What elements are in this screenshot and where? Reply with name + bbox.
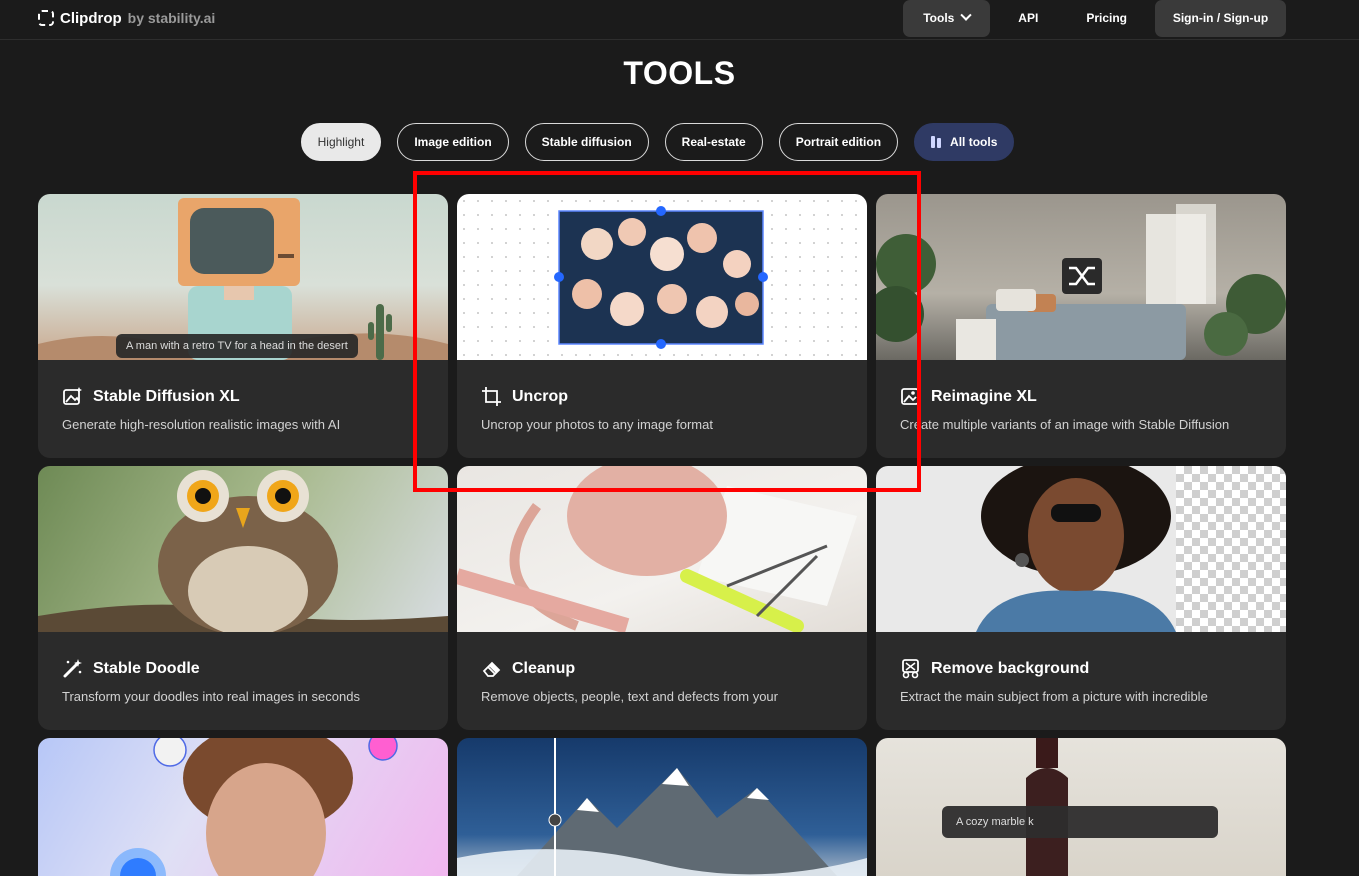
card-image: A cozy marble k xyxy=(876,738,1286,876)
filter-chips: Highlight Image edition Stable diffusion… xyxy=(0,123,1337,161)
card-description: Transform your doodles into real images … xyxy=(62,689,360,704)
page-title: TOOLS xyxy=(623,55,736,91)
crop-icon xyxy=(482,387,501,406)
filter-stable-diffusion[interactable]: Stable diffusion xyxy=(524,123,649,161)
card-image xyxy=(38,466,448,632)
filter-real-estate[interactable]: Real-estate xyxy=(664,123,763,161)
bedroom-illustration xyxy=(876,204,1286,360)
card-title-text: Stable Diffusion XL xyxy=(93,387,240,405)
card-description: Create multiple variants of an image wit… xyxy=(900,417,1230,432)
filter-image-edition[interactable]: Image edition xyxy=(397,123,509,161)
card-title-text: Remove background xyxy=(931,659,1090,677)
prompt-caption: A cozy marble k xyxy=(942,806,1218,838)
magic-wand-icon xyxy=(63,659,82,678)
page: Clipdrop by stability.ai Tools API Prici… xyxy=(0,0,1359,876)
card-description: Remove objects, people, text and defects… xyxy=(481,689,778,704)
portrait-relight-illustration xyxy=(110,738,398,876)
card-description: Uncrop your photos to any image format xyxy=(481,417,713,432)
signin-button[interactable]: Sign-in / Sign-up xyxy=(1155,0,1286,37)
tool-card-reimagine-xl[interactable]: Reimagine XL Create multiple variants of… xyxy=(876,194,1286,458)
top-nav: Clipdrop by stability.ai Tools API Prici… xyxy=(0,0,1359,40)
card-title: Reimagine XL xyxy=(900,386,1037,407)
nav-menu: Tools API Pricing Sign-in / Sign-up xyxy=(903,0,1286,37)
tool-card-upscale[interactable] xyxy=(457,738,867,876)
api-link[interactable]: API xyxy=(998,0,1058,36)
tools-label: Tools xyxy=(923,11,955,25)
tool-card-replace-background[interactable]: A cozy marble k xyxy=(876,738,1286,876)
all-tools-label: All tools xyxy=(950,135,998,149)
card-description: Generate high-resolution realistic image… xyxy=(62,417,341,432)
card-image: A man with a retro TV for a head in the … xyxy=(38,194,448,360)
image-sparkle-icon xyxy=(63,387,82,405)
filter-portrait-edition[interactable]: Portrait edition xyxy=(778,123,899,161)
remove-bg-icon xyxy=(902,659,919,679)
tool-card-stable-diffusion-xl[interactable]: A man with a retro TV for a head in the … xyxy=(38,194,448,458)
clipdrop-logo[interactable]: Clipdrop by stability.ai xyxy=(38,9,215,27)
card-image xyxy=(457,194,867,360)
card-image xyxy=(38,738,448,876)
card-title-text: Uncrop xyxy=(512,387,568,405)
card-title-text: Cleanup xyxy=(512,659,576,677)
card-description: Extract the main subject from a picture … xyxy=(900,689,1208,704)
card-title-text: Reimagine XL xyxy=(931,387,1037,405)
clipdrop-logo-icon xyxy=(38,10,54,26)
card-title-text: Stable Doodle xyxy=(93,659,200,677)
card-title: Stable Diffusion XL xyxy=(62,386,240,407)
uncrop-flowers-illustration xyxy=(554,206,768,349)
pink-bag-illustration xyxy=(457,466,857,632)
owl-illustration xyxy=(38,470,448,632)
card-image xyxy=(457,738,867,876)
books-icon xyxy=(931,136,942,148)
filter-all-tools[interactable]: All tools xyxy=(914,123,1015,161)
card-title: Stable Doodle xyxy=(62,658,200,679)
tools-dropdown-button[interactable]: Tools xyxy=(903,0,991,37)
tool-card-remove-background[interactable]: Remove background Extract the main subje… xyxy=(876,466,1286,730)
tool-card-cleanup[interactable]: Cleanup Remove objects, people, text and… xyxy=(457,466,867,730)
tool-card-stable-doodle[interactable]: Stable Doodle Transform your doodles int… xyxy=(38,466,448,730)
filter-highlight[interactable]: Highlight xyxy=(300,123,382,161)
card-image xyxy=(457,466,867,632)
card-image xyxy=(876,194,1286,360)
card-image xyxy=(876,466,1286,632)
eraser-icon xyxy=(482,661,501,677)
mountain-illustration xyxy=(457,738,867,876)
man-portrait-illustration xyxy=(976,466,1176,632)
image-variants-icon xyxy=(901,388,919,405)
brand-name: Clipdrop xyxy=(60,9,122,27)
chevron-down-icon xyxy=(960,9,973,21)
pricing-link[interactable]: Pricing xyxy=(1066,0,1147,36)
card-title: Remove background xyxy=(900,658,1089,679)
brand-by: by stability.ai xyxy=(127,10,216,26)
prompt-caption: A man with a retro TV for a head in the … xyxy=(116,334,358,358)
tool-card-uncrop[interactable]: Uncrop Uncrop your photos to any image f… xyxy=(457,194,867,458)
card-title: Uncrop xyxy=(481,386,568,407)
card-title: Cleanup xyxy=(481,658,575,679)
tool-card-portrait[interactable] xyxy=(38,738,448,876)
